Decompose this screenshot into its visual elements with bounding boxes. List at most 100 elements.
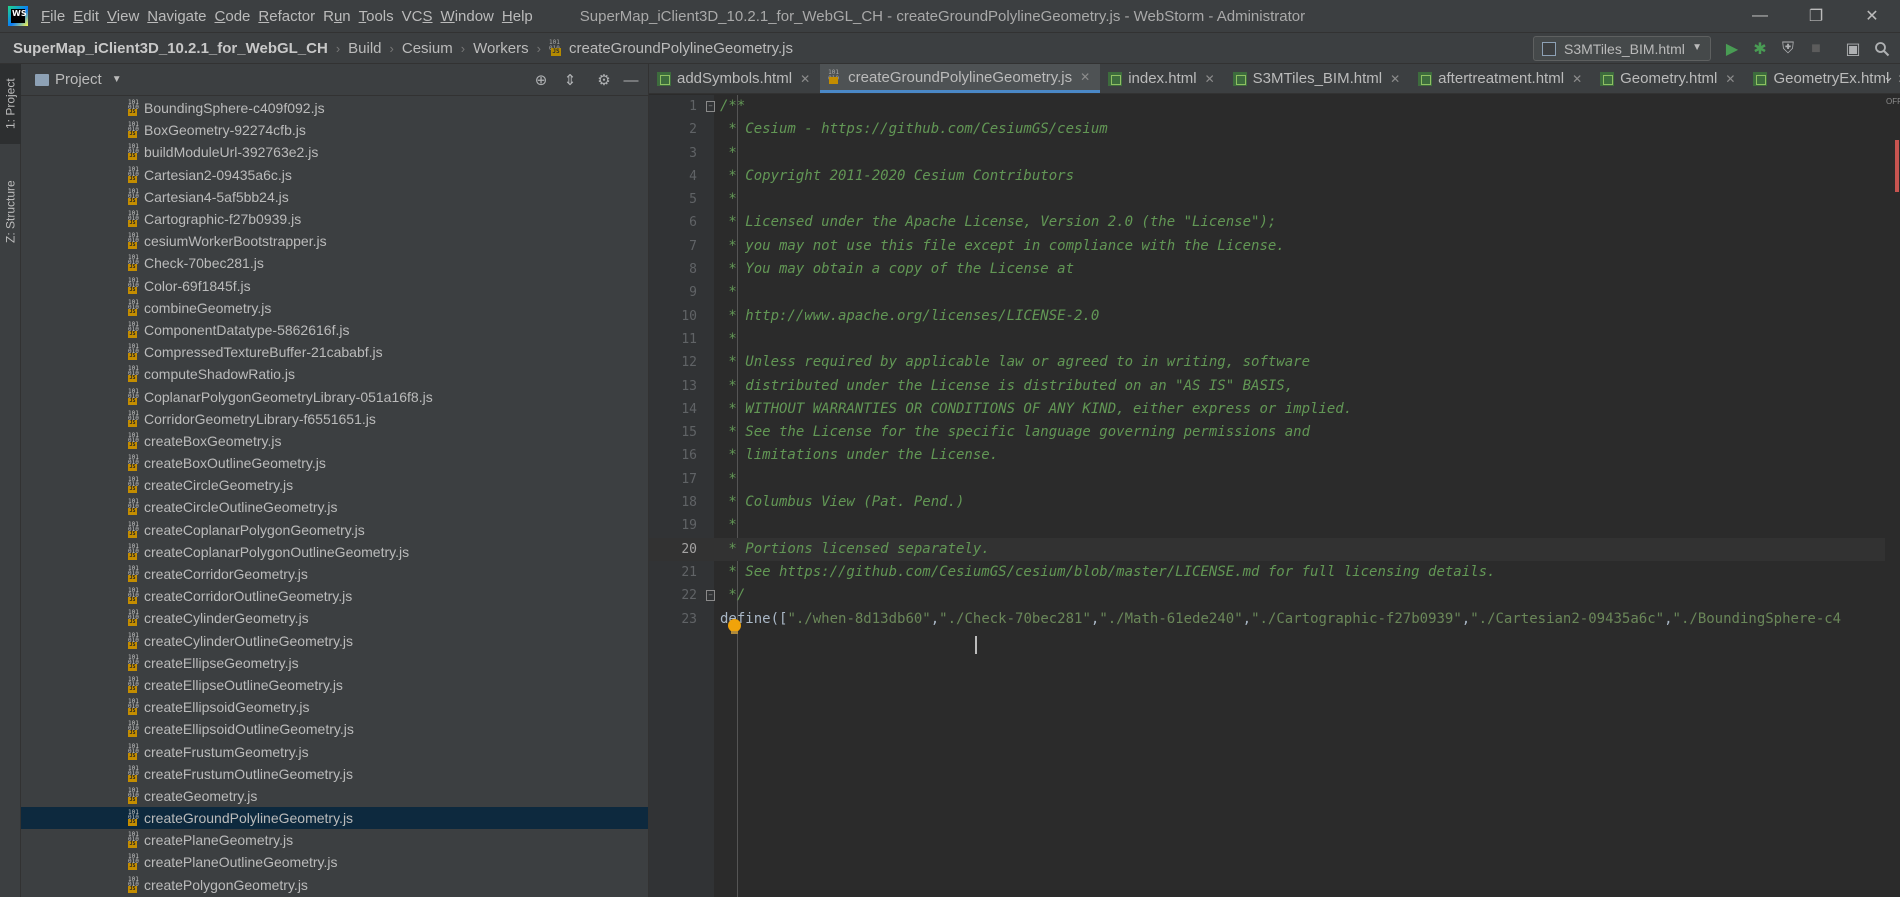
menu-tools[interactable]: Tools — [358, 8, 401, 25]
file-tree-item[interactable]: 101 010 JS cesiumWorkerBootstrapper.js — [21, 230, 648, 252]
project-panel-title[interactable]: Project — [55, 71, 102, 88]
menu-view[interactable]: View — [106, 8, 146, 25]
menu-code[interactable]: Code — [214, 8, 258, 25]
collapse-all-icon[interactable]: ⇕ — [560, 70, 580, 90]
lightbulb-icon[interactable] — [728, 619, 741, 634]
file-tree-item[interactable]: 101 010 JS createGroundPolylineGeometry.js — [21, 807, 648, 830]
run-icon[interactable]: ▶ — [1722, 39, 1742, 59]
debug-icon[interactable]: ✱ — [1750, 39, 1770, 59]
close-button[interactable]: ✕ — [1844, 0, 1900, 32]
editor-tab[interactable]: aftertreatment.html ✕ — [1410, 64, 1592, 93]
editor-tab[interactable]: GeometryEx.html✕ — [1745, 64, 1900, 93]
code-line[interactable]: 10 * http://www.apache.org/licenses/LICE… — [649, 305, 1900, 328]
inspection-widget[interactable]: OFF — [1886, 97, 1900, 106]
close-tab-icon[interactable]: ✕ — [1572, 72, 1582, 86]
editor-tab[interactable]: addSymbols.html ✕ — [649, 64, 820, 93]
file-tree-item[interactable]: 101 010 JS createCoplanarPolygonOutlineGeom… — [21, 541, 648, 563]
locate-file-icon[interactable]: ⊕ — [531, 70, 551, 90]
close-tab-icon[interactable]: ✕ — [1390, 72, 1400, 86]
editor-tab[interactable]: 101010 createGroundPolylineGeometry.js ✕ — [820, 64, 1101, 93]
code-line[interactable]: 9 * — [649, 281, 1900, 304]
code-line[interactable]: 17 * — [649, 468, 1900, 491]
close-tab-icon[interactable]: ✕ — [800, 72, 810, 86]
gear-icon[interactable]: ⚙ — [594, 70, 614, 90]
chevron-down-icon[interactable]: ⌄ — [1883, 69, 1894, 85]
menu-edit[interactable]: Edit — [72, 8, 106, 25]
file-tree-item[interactable]: 101 010 JS createCylinderOutlineGeometry.js — [21, 630, 648, 652]
file-tree-item[interactable]: 101 010 JS CoplanarPolygonGeometryLibrary-0… — [21, 385, 648, 407]
file-tree-item[interactable]: 101 010 JS createPolygonGeometry.js — [21, 874, 648, 896]
breadcrumb-workers[interactable]: Workers — [473, 40, 529, 57]
file-tree-item[interactable]: 101 010 JS Color-69f1845f.js — [21, 275, 648, 297]
menu-navigate[interactable]: Navigate — [146, 8, 213, 25]
file-tree-item[interactable]: 101 010 JS createGeometry.js — [21, 785, 648, 807]
file-tree-item[interactable]: 101 010 JS createCoplanarPolygonGeometry.js — [21, 519, 648, 541]
editor-tab[interactable]: S3MTiles_BIM.html ✕ — [1225, 64, 1411, 93]
file-tree-item[interactable]: 101 010 JS createCircleGeometry.js — [21, 474, 648, 496]
hide-panel-icon[interactable]: — — [621, 70, 641, 90]
code-line[interactable]: 15 * See the License for the specific la… — [649, 421, 1900, 444]
file-tree-item[interactable]: 101 010 JS createEllipseOutlineGeometry.js — [21, 674, 648, 696]
file-tree-item[interactable]: 101 010 JS combineGeometry.js — [21, 297, 648, 319]
menu-refactor[interactable]: Refactor — [257, 8, 322, 25]
restore-button[interactable]: ❐ — [1788, 0, 1844, 32]
file-tree-item[interactable]: 101 010 JS createPlaneGeometry.js — [21, 829, 648, 851]
file-tree-item[interactable]: 101 010 JS createFrustumOutlineGeometry.js — [21, 763, 648, 785]
menu-help[interactable]: Help — [501, 8, 540, 25]
editor-tab[interactable]: index.html ✕ — [1100, 64, 1224, 93]
code-line[interactable]: 11 * — [649, 328, 1900, 351]
file-tree-item[interactable]: 101 010 JS createCorridorGeometry.js — [21, 563, 648, 585]
file-tree-item[interactable]: 101 010 JS createFrustumGeometry.js — [21, 740, 648, 762]
file-tree-item[interactable]: 101 010 JS computeShadowRatio.js — [21, 363, 648, 385]
file-tree-item[interactable]: 101 010 JS createCorridorOutlineGeometry.js — [21, 585, 648, 607]
close-tab-icon[interactable]: ✕ — [1205, 72, 1215, 86]
project-structure-icon[interactable]: ▣ — [1843, 39, 1863, 59]
file-tree-item[interactable]: 101 010 JS createCircleOutlineGeometry.js — [21, 496, 648, 518]
breadcrumb-build[interactable]: Build — [348, 40, 381, 57]
structure-tool-tab[interactable]: Z: Structure — [0, 164, 21, 259]
code-area[interactable]: 1−/** 2 * Cesium - https://github.com/Ces… — [649, 95, 1900, 631]
file-tree-item[interactable]: 101 010 JS createPlaneOutlineGeometry.js — [21, 851, 648, 873]
fold-icon[interactable]: − — [706, 101, 715, 112]
file-tree-item[interactable]: 101 010 JS Cartographic-f27b0939.js — [21, 208, 648, 230]
file-tree-item[interactable]: 101 010 JS CorridorGeometryLibrary-f6551651… — [21, 408, 648, 430]
code-line[interactable]: 7 * you may not use this file except in … — [649, 235, 1900, 258]
file-tree-item[interactable]: 101 010 JS Check-70bec281.js — [21, 252, 648, 274]
project-tool-tab[interactable]: 1: Project — [0, 64, 21, 144]
code-line[interactable]: 1−/** — [649, 95, 1900, 118]
editor-tab[interactable]: Geometry.html ✕ — [1592, 64, 1745, 93]
code-line[interactable]: 23 define(["./when-8d13db60","./Check-70b… — [649, 608, 1900, 631]
file-tree-item[interactable]: 101 010 JS createBoxGeometry.js — [21, 430, 648, 452]
code-line[interactable]: 8 * You may obtain a copy of the License… — [649, 258, 1900, 281]
file-tree-item[interactable]: 101 010 JS buildModuleUrl-392763e2.js — [21, 141, 648, 163]
code-line[interactable]: 19 * — [649, 514, 1900, 537]
search-icon[interactable] — [1872, 39, 1892, 59]
error-marker[interactable] — [1895, 140, 1899, 192]
code-line[interactable]: 22− */ — [649, 584, 1900, 607]
code-line[interactable]: 3 * — [649, 142, 1900, 165]
file-tree-item[interactable]: 101 010 JS BoxGeometry-92274cfb.js — [21, 119, 648, 141]
code-line[interactable]: 20 * Portions licensed separately. — [649, 537, 1900, 561]
menu-run[interactable]: Run — [322, 8, 358, 25]
file-tree-item[interactable]: 101 010 JS ComponentDatatype-5862616f.js — [21, 319, 648, 341]
code-line[interactable]: 12 * Unless required by applicable law o… — [649, 351, 1900, 374]
code-editor[interactable]: 1−/** 2 * Cesium - https://github.com/Ces… — [649, 95, 1900, 897]
close-tab-icon[interactable]: ✕ — [1725, 72, 1735, 86]
error-stripe[interactable] — [1885, 95, 1900, 897]
code-line[interactable]: 4 * Copyright 2011-2020 Cesium Contribut… — [649, 165, 1900, 188]
breadcrumb-cesium[interactable]: Cesium — [402, 40, 453, 57]
file-tree-item[interactable]: 101 010 JS createCylinderGeometry.js — [21, 607, 648, 629]
stop-icon[interactable]: ■ — [1806, 39, 1826, 59]
file-tree-item[interactable]: 101 010 JS createEllipsoidGeometry.js — [21, 696, 648, 718]
run-configuration-dropdown[interactable]: S3MTiles_BIM.html ▼ — [1533, 36, 1711, 61]
code-line[interactable]: 16 * limitations under the License. — [649, 444, 1900, 467]
code-line[interactable]: 5 * — [649, 188, 1900, 211]
file-tree-item[interactable]: 101 010 JS Cartesian2-09435a6c.js — [21, 164, 648, 186]
code-line[interactable]: 21 * See https://github.com/CesiumGS/ces… — [649, 561, 1900, 584]
code-line[interactable]: 2 * Cesium - https://github.com/CesiumGS… — [649, 118, 1900, 141]
breadcrumb-file[interactable]: createGroundPolylineGeometry.js — [569, 40, 793, 57]
breadcrumb-project[interactable]: SuperMap_iClient3D_10.2.1_for_WebGL_CH — [13, 40, 328, 57]
file-tree-item[interactable]: 101 010 JS Cartesian4-5af5bb24.js — [21, 186, 648, 208]
code-line[interactable]: 6 * Licensed under the Apache License, V… — [649, 211, 1900, 234]
file-tree-item[interactable]: 101 010 JS CompressedTextureBuffer-21cababf… — [21, 341, 648, 363]
